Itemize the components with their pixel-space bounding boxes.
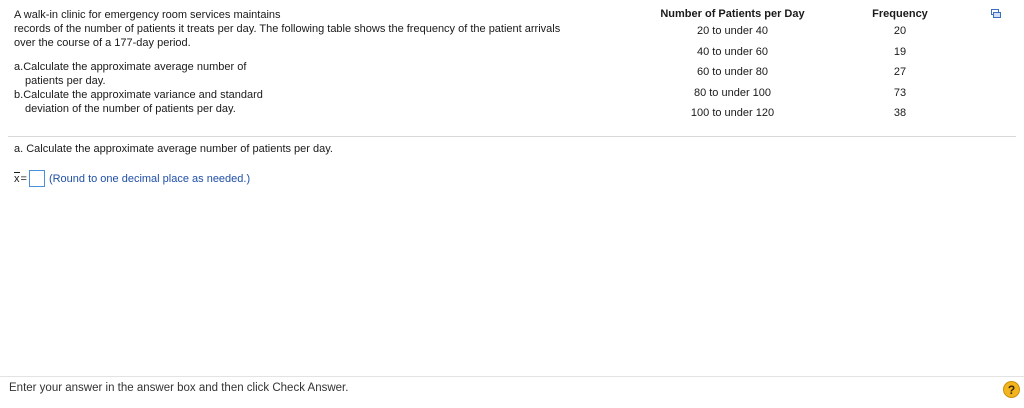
table-cell-frequency: 19 <box>893 45 907 58</box>
table-row: 100 to under 120 38 <box>640 103 975 124</box>
question-b-line2: deviation of the number of patients per … <box>25 103 236 115</box>
table-row: 80 to under 100 73 <box>640 83 975 104</box>
table-cell-range: 40 to under 60 <box>697 45 768 58</box>
table-row: 20 to under 40 20 <box>640 21 975 42</box>
x-bar-overline <box>14 171 20 173</box>
table-cell-frequency: 73 <box>893 86 907 99</box>
problem-statement: A walk-in clinic for emergency room serv… <box>14 8 604 116</box>
table-cell-frequency: 38 <box>893 107 907 120</box>
question-a-prefix: a. <box>14 61 24 73</box>
table-cell-range: 80 to under 100 <box>693 86 772 99</box>
table-cell-frequency: 20 <box>893 25 907 38</box>
column-header-frequency: Frequency <box>872 8 928 20</box>
part-a-prompt: a. Calculate the approximate average num… <box>14 143 333 155</box>
frequency-table: Number of Patients per Day Frequency 20 … <box>640 7 975 124</box>
table-row: 40 to under 60 19 <box>640 42 975 63</box>
table-header-row: Number of Patients per Day Frequency <box>640 7 975 21</box>
question-a: a.Calculate the approximate average numb… <box>14 60 604 88</box>
table-cell-range: 60 to under 80 <box>697 66 768 79</box>
question-a-line2: patients per day. <box>25 75 106 87</box>
section-divider <box>8 136 1016 137</box>
question-b-prefix: b. <box>14 89 24 101</box>
problem-intro: A walk-in clinic for emergency room serv… <box>14 8 604 50</box>
question-b-line1: Calculate the approximate variance and s… <box>23 89 263 101</box>
equals-sign: = <box>20 172 27 185</box>
intro-line: records of the number of patients it tre… <box>14 23 561 35</box>
x-symbol-text: x <box>14 172 20 185</box>
help-icon[interactable]: ? <box>1003 381 1020 398</box>
answer-row: x = (Round to one decimal place as neede… <box>14 170 250 187</box>
footer-instruction: Enter your answer in the answer box and … <box>9 382 349 394</box>
copy-icon[interactable] <box>991 9 1001 18</box>
intro-line: A walk-in clinic for emergency room serv… <box>14 9 281 21</box>
intro-line: over the course of a 177-day period. <box>14 37 191 49</box>
table-cell-frequency: 27 <box>893 66 907 79</box>
question-b: b.Calculate the approximate variance and… <box>14 88 604 116</box>
column-header-patients: Number of Patients per Day <box>660 8 805 20</box>
answer-input[interactable] <box>28 170 45 187</box>
rounding-hint: (Round to one decimal place as needed.) <box>48 172 251 185</box>
footer-divider <box>0 376 1024 377</box>
copy-icon-front <box>993 12 1001 18</box>
table-cell-range: 20 to under 40 <box>697 25 768 38</box>
question-a-line1: Calculate the approximate average number… <box>23 61 247 73</box>
table-cell-range: 100 to under 120 <box>690 107 775 120</box>
x-bar-symbol: x <box>14 171 20 185</box>
table-row: 60 to under 80 27 <box>640 62 975 83</box>
